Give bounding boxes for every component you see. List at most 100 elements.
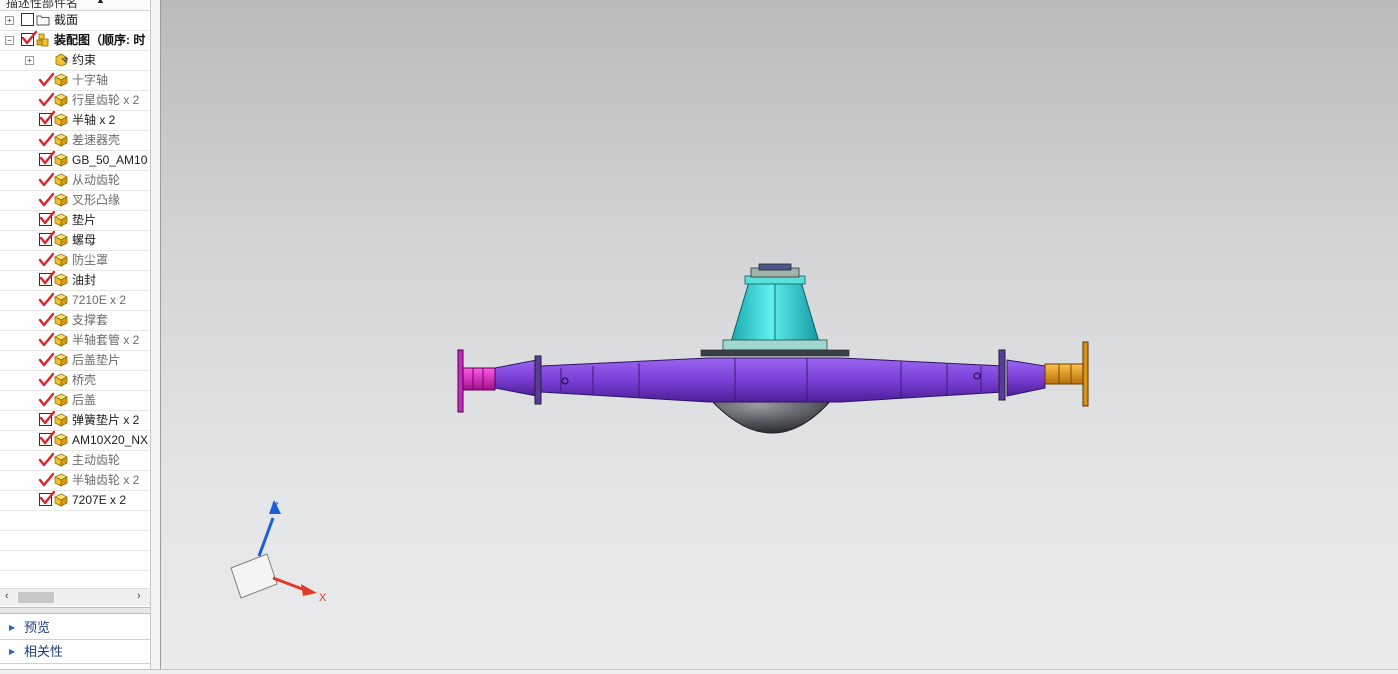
sort-up-icon[interactable]: ▲: [96, 0, 105, 5]
tree-row[interactable]: AM10X20_NX: [0, 430, 150, 451]
tree-row[interactable]: 后盖垫片: [0, 350, 150, 371]
checkmark-icon[interactable]: [38, 372, 55, 388]
part-cube-icon: [54, 393, 68, 407]
axle-assembly-model[interactable]: [457, 263, 1089, 434]
checkmark-icon: [39, 490, 56, 506]
part-cube-icon: [54, 193, 68, 207]
part-cube-icon: [54, 433, 68, 447]
tree-row-label: 油封: [72, 273, 97, 287]
checkmark-icon[interactable]: [38, 472, 55, 488]
checkmark-icon[interactable]: [38, 172, 55, 188]
view-triad[interactable]: Z X: [230, 500, 327, 604]
tree-row[interactable]: 差速器壳: [0, 130, 150, 151]
x-axis-label: X: [319, 592, 327, 604]
horizontal-scrollbar[interactable]: ‹ ›: [0, 588, 150, 606]
checkmark-icon: [39, 110, 56, 126]
checkmark-icon[interactable]: [38, 312, 55, 328]
expand-icon[interactable]: +: [25, 56, 34, 65]
part-cube-icon: [54, 353, 68, 367]
tree-row[interactable]: 十字轴: [0, 70, 150, 91]
tree-row[interactable]: 桥壳: [0, 370, 150, 391]
tree-row[interactable]: 7207E x 2: [0, 490, 150, 511]
section-dependencies[interactable]: ▶ 相关性: [0, 641, 150, 664]
visibility-checkbox[interactable]: [39, 210, 56, 226]
graphics-viewport[interactable]: Z X: [160, 0, 1398, 670]
visibility-checkbox[interactable]: [39, 490, 56, 506]
tree-row[interactable]: 弹簧垫片 x 2: [0, 410, 150, 431]
scroll-thumb[interactable]: [18, 592, 54, 603]
checkmark-icon[interactable]: [38, 292, 55, 308]
tree-row-label: 后盖: [72, 393, 97, 407]
expand-icon[interactable]: +: [5, 16, 14, 25]
constraint-icon: [54, 53, 68, 67]
tree-row[interactable]: GB_50_AM10: [0, 150, 150, 171]
part-cube-icon: [54, 213, 68, 227]
scroll-right-icon[interactable]: ›: [137, 590, 141, 602]
tree-row[interactable]: 后盖: [0, 390, 150, 411]
tree-row[interactable]: 7210E x 2: [0, 290, 150, 311]
checkmark-icon[interactable]: [38, 252, 55, 268]
assembly-navigator: 描述性部件名 ▲ + 截面 − 装配图（顺序: 时 + 约束 十字轴 行星齿轮 x 2 半轴 x…: [0, 0, 151, 670]
part-cube-icon: [54, 313, 68, 327]
checkmark-icon: [39, 430, 56, 446]
tree-row[interactable]: 螺母: [0, 230, 150, 251]
visibility-checkbox[interactable]: [39, 270, 56, 286]
tree-row-label: AM10X20_NX: [72, 433, 149, 447]
part-cube-icon: [54, 113, 68, 127]
tree-row-label: 桥壳: [72, 373, 97, 387]
checkmark-icon[interactable]: [38, 132, 55, 148]
tree-row-label: 支撑套: [72, 313, 109, 327]
visibility-checkbox[interactable]: [21, 13, 34, 26]
tree-row[interactable]: 半轴套管 x 2: [0, 330, 150, 351]
tree-row-label: 螺母: [72, 233, 97, 247]
tree-row[interactable]: − 装配图（顺序: 时: [0, 30, 150, 51]
tree-row[interactable]: 从动齿轮: [0, 170, 150, 191]
tree-row[interactable]: + 约束: [0, 50, 150, 71]
tree-row-label: 防尘罩: [72, 253, 109, 267]
tree-row[interactable]: 半轴 x 2: [0, 110, 150, 131]
visibility-checkbox[interactable]: [39, 430, 56, 446]
visibility-checkbox[interactable]: [21, 30, 38, 46]
part-cube-icon: [54, 333, 68, 347]
part-cube-icon: [54, 93, 68, 107]
tree-row[interactable]: 油封: [0, 270, 150, 291]
tree-row[interactable]: 半轴齿轮 x 2: [0, 470, 150, 491]
section-label: 预览: [24, 620, 51, 635]
tree-row[interactable]: 行星齿轮 x 2: [0, 90, 150, 111]
tree-row[interactable]: 叉形凸缘: [0, 190, 150, 211]
part-cube-icon: [54, 473, 68, 487]
section-preview[interactable]: ▶ 预览: [0, 617, 150, 640]
tree-row[interactable]: 垫片: [0, 210, 150, 231]
panel-splitter[interactable]: [0, 607, 150, 614]
checkmark-icon[interactable]: [38, 72, 55, 88]
assembly-icon: [36, 33, 50, 47]
panel-gutter: [151, 0, 160, 670]
checkmark-icon[interactable]: [38, 452, 55, 468]
empty-tree-row: [0, 510, 150, 531]
tree-row-label: 主动齿轮: [72, 453, 121, 467]
tree-row[interactable]: 支撑套: [0, 310, 150, 331]
collapse-icon[interactable]: −: [5, 36, 14, 45]
tree-row-label: 约束: [72, 53, 97, 67]
checkmark-icon[interactable]: [38, 392, 55, 408]
scroll-left-icon[interactable]: ‹: [5, 590, 9, 602]
tree-row-label: 后盖垫片: [72, 353, 121, 367]
checkmark-icon[interactable]: [38, 192, 55, 208]
visibility-checkbox[interactable]: [39, 110, 56, 126]
visibility-checkbox[interactable]: [39, 410, 56, 426]
folder-icon: [36, 13, 50, 27]
tree-row-label: 行星齿轮 x 2: [72, 93, 140, 107]
checkmark-icon: [39, 150, 56, 166]
tree-row[interactable]: + 截面: [0, 10, 150, 31]
checkmark-icon[interactable]: [38, 92, 55, 108]
tree-row[interactable]: 主动齿轮: [0, 450, 150, 471]
visibility-checkbox[interactable]: [39, 150, 56, 166]
part-cube-icon: [54, 373, 68, 387]
tree-row[interactable]: 防尘罩: [0, 250, 150, 271]
checkmark-icon[interactable]: [38, 352, 55, 368]
visibility-checkbox[interactable]: [39, 230, 56, 246]
checkmark-icon[interactable]: [38, 332, 55, 348]
empty-tree-row: [0, 530, 150, 551]
tree-row-label: 半轴套管 x 2: [72, 333, 140, 347]
checkmark-icon: [39, 210, 56, 226]
